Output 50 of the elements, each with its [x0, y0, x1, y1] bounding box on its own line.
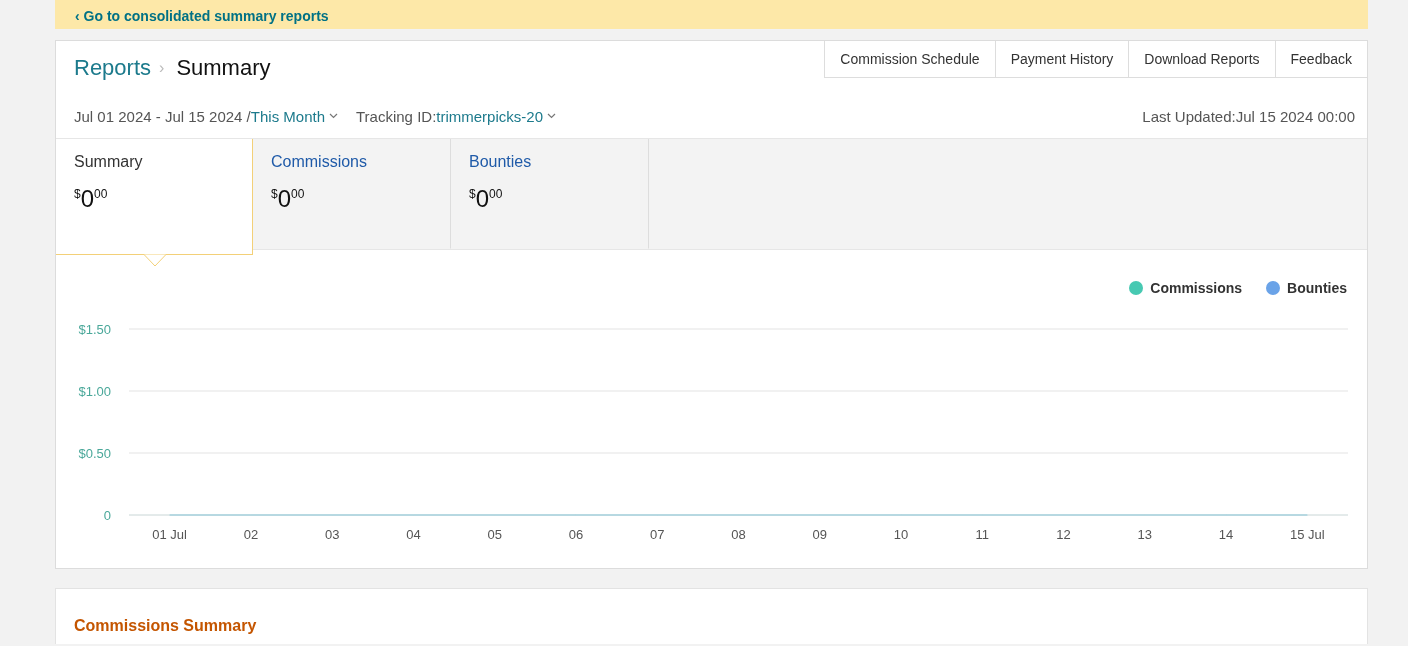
- date-range: Jul 01 2024 - Jul 15 2024 /: [74, 107, 251, 125]
- amount-cents: 00: [94, 187, 108, 201]
- currency-symbol: $: [469, 187, 476, 201]
- tracking-id-dropdown[interactable]: trimmerpicks-20: [436, 107, 556, 125]
- header-link[interactable]: Feedback: [1274, 41, 1367, 78]
- amount-whole: 0: [277, 187, 292, 211]
- tab-label: Commissions: [271, 153, 368, 171]
- currency-symbol: $: [74, 187, 81, 201]
- x-axis-label: 07: [650, 527, 665, 542]
- section-title: Commissions Summary: [74, 617, 258, 635]
- x-axis-label: 02: [243, 527, 259, 542]
- amount-whole: 0: [80, 187, 95, 211]
- header-link[interactable]: Payment History: [994, 41, 1129, 78]
- breadcrumb-link[interactable]: Reports: [74, 55, 152, 81]
- x-axis-label: 09: [812, 527, 827, 542]
- tab-label: Summary: [74, 153, 144, 171]
- x-axis-label: 01 Jul: [152, 527, 187, 542]
- x-axis-label: 11: [975, 527, 990, 542]
- tracking-label: Tracking ID:: [356, 107, 437, 125]
- currency-symbol: $: [271, 187, 278, 201]
- y-axis-label: $1.00: [78, 384, 111, 399]
- legend-label: Commissions: [1150, 280, 1243, 296]
- x-axis-label: 06: [568, 527, 584, 542]
- tab-pointer-icon: [144, 254, 166, 268]
- period-dropdown[interactable]: This Month: [250, 107, 338, 125]
- header-link[interactable]: Download Reports: [1128, 41, 1275, 78]
- amount-whole: 0: [475, 187, 490, 211]
- y-axis-label: 0: [103, 508, 111, 523]
- amount-cents: 00: [291, 187, 305, 201]
- header-link[interactable]: Commission Schedule: [824, 41, 995, 78]
- x-axis-label: 13: [1137, 527, 1153, 542]
- x-axis-label: 14: [1218, 527, 1234, 542]
- page-title: Summary: [176, 55, 271, 81]
- breadcrumb-separator: ›: [159, 59, 165, 77]
- tab-label: Bounties: [469, 153, 533, 171]
- consolidated-reports-link[interactable]: ‹ Go to consolidated summary reports: [75, 9, 329, 23]
- amount-cents: 00: [489, 187, 503, 201]
- caret-icon: [329, 113, 338, 119]
- legend-label: Bounties: [1287, 280, 1347, 296]
- x-axis-label: 12: [1056, 527, 1071, 542]
- x-axis-label: 15 Jul: [1290, 527, 1325, 542]
- y-axis-label: $0.50: [78, 446, 111, 461]
- x-axis-label: 03: [324, 527, 340, 542]
- last-updated: Last Updated:Jul 15 2024 00:00: [1142, 107, 1355, 125]
- x-axis-label: 08: [731, 527, 746, 542]
- x-axis-label: 10: [893, 527, 909, 542]
- x-axis-label: 04: [406, 527, 421, 542]
- y-axis-label: $1.50: [78, 322, 111, 337]
- x-axis-label: 05: [487, 527, 502, 542]
- caret-icon: [547, 113, 556, 119]
